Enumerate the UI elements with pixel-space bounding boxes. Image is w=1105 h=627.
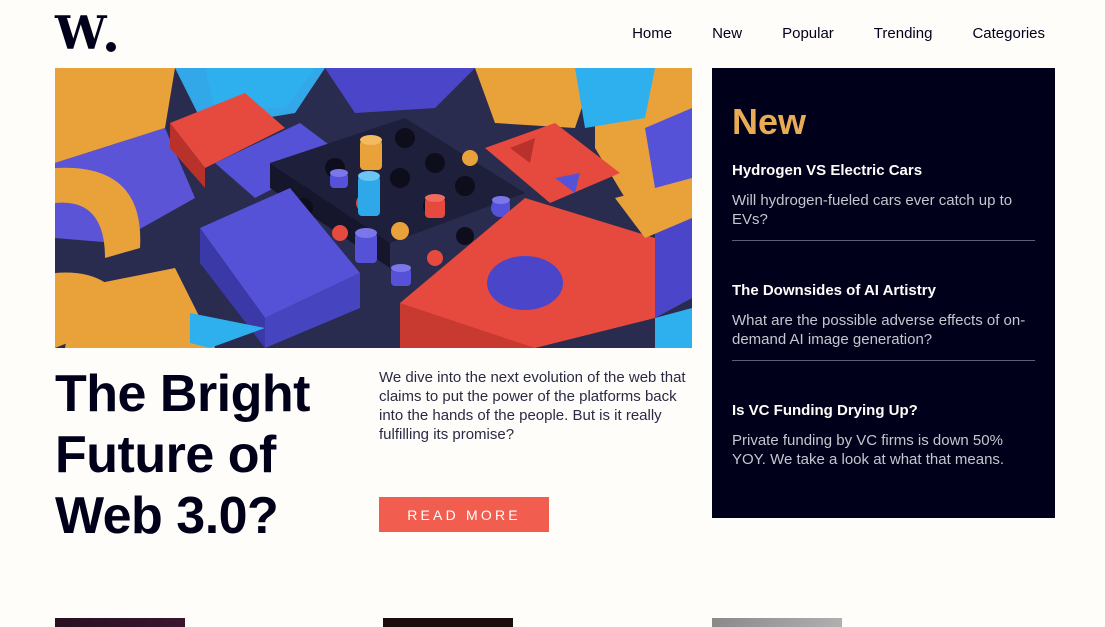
news-divider [732, 240, 1035, 241]
abstract-3d-blocks-image [55, 68, 692, 348]
news-item-summary: What are the possible adverse effects of… [732, 312, 1026, 348]
hero-headline: The Bright Future of Web 3.0? [55, 364, 355, 547]
read-more-button[interactable]: READ MORE [379, 497, 549, 532]
news-item-summary: Private funding by VC firms is down 50% … [732, 432, 1005, 468]
logo-dot-icon [105, 42, 116, 52]
article-thumbnail[interactable] [712, 618, 842, 627]
nav-categories[interactable]: Categories [972, 24, 1045, 44]
news-item-summary: Will hydrogen-fueled cars ever catch up … [732, 192, 1013, 228]
main-nav: Home New Popular Trending Categories [632, 24, 1045, 44]
hero-image [55, 68, 692, 348]
news-item[interactable]: Hydrogen VS Electric Cars Will hydrogen-… [732, 157, 1035, 229]
news-item[interactable]: The Downsides of AI Artistry What are th… [732, 271, 1035, 349]
hero-lead: We dive into the next evolution of the w… [379, 369, 686, 443]
news-item[interactable]: Is VC Funding Drying Up? Private funding… [732, 391, 1035, 469]
nav-new[interactable]: New [712, 24, 742, 44]
news-list: Hydrogen VS Electric Cars Will hydrogen-… [732, 157, 1035, 469]
new-panel-title: New [732, 101, 807, 142]
news-item-title[interactable]: Is VC Funding Drying Up? [732, 401, 1035, 421]
article-thumbnail[interactable] [383, 618, 513, 627]
site-logo[interactable]: W [55, 6, 116, 60]
logo-wordmark: W [55, 6, 107, 60]
headline-line-3: Web 3.0? [55, 487, 279, 545]
news-item-title[interactable]: Hydrogen VS Electric Cars [732, 161, 1035, 181]
nav-popular[interactable]: Popular [782, 24, 834, 44]
nav-home[interactable]: Home [632, 24, 672, 44]
new-panel: New Hydrogen VS Electric Cars Will hydro… [712, 68, 1055, 518]
headline-line-1: The Bright [55, 365, 310, 423]
news-divider [732, 360, 1035, 361]
article-thumbnail[interactable] [55, 618, 185, 627]
headline-line-2: Future of [55, 426, 276, 484]
news-item-title[interactable]: The Downsides of AI Artistry [732, 281, 1035, 301]
nav-trending[interactable]: Trending [874, 24, 933, 44]
